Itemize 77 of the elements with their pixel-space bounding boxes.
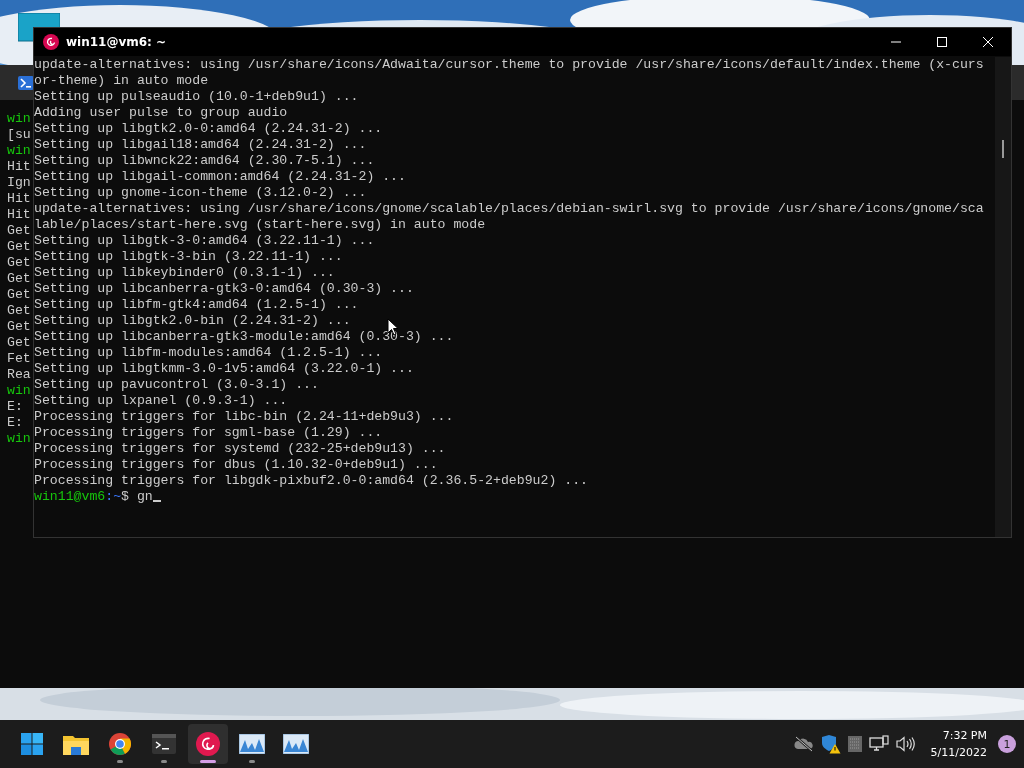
terminal-line: Setting up libcanberra-gtk3-0:amd64 (0.30-3) ... bbox=[34, 281, 414, 297]
browser-icon bbox=[109, 733, 131, 755]
running-indicator bbox=[200, 760, 216, 763]
windows-icon bbox=[21, 733, 43, 755]
clock[interactable]: 7:32 PM 5/11/2022 bbox=[922, 727, 991, 761]
terminal-line: update-alternatives: using /usr/share/icons/Adwaita/cursor.theme to provide /usr/share/icons/default/index.theme (x-curs bbox=[34, 57, 984, 73]
terminal-line: Adding user pulse to group audio bbox=[34, 105, 288, 121]
window-title: win11@vm6: ~ bbox=[66, 35, 167, 49]
terminal-line: Get bbox=[7, 319, 31, 335]
terminal-line: Setting up libgtk-3-0:amd64 (3.22.11-1) ... bbox=[34, 233, 375, 249]
terminal-line: or-theme) in auto mode bbox=[34, 73, 209, 89]
terminal-line: Hit bbox=[7, 191, 31, 207]
terminal-line: Get bbox=[7, 287, 31, 303]
chart-icon bbox=[283, 734, 309, 754]
terminal-line: Setting up libgtkmm-3.0-1v5:amd64 (3.22.0-1) ... bbox=[34, 361, 414, 377]
maximize-icon bbox=[937, 37, 947, 47]
cloud-off-icon[interactable] bbox=[793, 736, 814, 752]
terminal-line: Setting up lxpanel (0.9.3-1) ... bbox=[34, 393, 288, 409]
terminal-line: E: bbox=[7, 399, 23, 415]
running-indicator bbox=[117, 760, 123, 763]
shield-warning-icon[interactable] bbox=[820, 734, 841, 754]
terminal-line: Setting up libgtk2.0-0:amd64 (2.24.31-2) ... bbox=[34, 121, 383, 137]
time-text: 7:32 PM bbox=[942, 728, 987, 744]
terminal-line: Setting up libfm-modules:amd64 (1.2.5-1) ... bbox=[34, 345, 383, 361]
terminal-line: Setting up libwnck22:amd64 (2.30.7-5.1) ... bbox=[34, 153, 375, 169]
terminal-line: Setting up libgtk2.0-bin (2.24.31-2) ... bbox=[34, 313, 351, 329]
terminal-line: Setting up libgail-common:amd64 (2.24.31-2) ... bbox=[34, 169, 406, 185]
terminal-line: win bbox=[7, 143, 31, 159]
terminal-line: Processing triggers for libgdk-pixbuf2.0-0:amd64 (2.36.5-2+deb9u2) ... bbox=[34, 473, 588, 489]
scrollbar[interactable] bbox=[995, 57, 1011, 537]
terminal-line: Get bbox=[7, 255, 31, 271]
terminal-line: Setting up libgail18:amd64 (2.24.31-2) ... bbox=[34, 137, 367, 153]
taskbar-app[interactable] bbox=[188, 724, 228, 764]
terminal-line: Processing triggers for sgml-base (1.29) ... bbox=[34, 425, 383, 441]
terminal-line: Setting up pulseaudio (10.0-1+deb9u1) ... bbox=[34, 89, 359, 105]
terminal-line: Rea bbox=[7, 367, 31, 383]
network-icon[interactable] bbox=[868, 735, 889, 753]
date-text: 5/11/2022 bbox=[930, 745, 987, 761]
terminal-line: update-alternatives: using /usr/share/icons/gnome/scalable/places/debian-swirl.svg to provide /usr/share/icons/gnome/sca bbox=[34, 201, 984, 217]
terminal-line: Ign bbox=[7, 175, 31, 191]
terminal-line: Get bbox=[7, 239, 31, 255]
terminal-line: E: bbox=[7, 415, 23, 431]
terminal-line: Hit bbox=[7, 207, 31, 223]
terminal-line: Setting up libgtk-3-bin (3.22.11-1) ... bbox=[34, 249, 343, 265]
terminal-line: Get bbox=[7, 335, 31, 351]
terminal-line: Setting up libcanberra-gtk3-module:amd64 (0.30-3) ... bbox=[34, 329, 454, 345]
terminal-line: Get bbox=[7, 223, 31, 239]
terminal-line: Fet bbox=[7, 351, 31, 367]
terminal-line: win bbox=[7, 111, 31, 127]
terminal-line: Setting up libfm-gtk4:amd64 (1.2.5-1) ... bbox=[34, 297, 359, 313]
notification-badge[interactable]: 1 bbox=[998, 735, 1016, 753]
terminal-line: [su bbox=[7, 127, 31, 143]
chart-icon bbox=[239, 734, 265, 754]
terminal-line: Processing triggers for libc-bin (2.24-11+deb9u3) ... bbox=[34, 409, 454, 425]
running-indicator bbox=[249, 760, 255, 763]
folder-icon bbox=[63, 733, 89, 755]
keyboard-icon[interactable] bbox=[847, 736, 862, 752]
running-indicator bbox=[161, 760, 167, 763]
command-prompt[interactable]: win11@vm6:~$ gn bbox=[34, 489, 161, 505]
terminal-line: Setting up gnome-icon-theme (3.12.0-2) ... bbox=[34, 185, 367, 201]
terminal-line: Get bbox=[7, 271, 31, 287]
terminal-line: win bbox=[7, 431, 31, 447]
terminal-line: Setting up libkeybinder0 (0.3.1-1) ... bbox=[34, 265, 335, 281]
terminal-line: win bbox=[7, 383, 31, 399]
terminal-line: Get bbox=[7, 303, 31, 319]
terminal-line: Setting up pavucontrol (3.0-3.1) ... bbox=[34, 377, 319, 393]
terminal-icon bbox=[152, 734, 176, 754]
terminal-line: lable/places/start-here.svg (start-here.svg) in auto mode bbox=[34, 217, 486, 233]
terminal-line: Processing triggers for systemd (232-25+deb9u13) ... bbox=[34, 441, 446, 457]
swirl-icon bbox=[196, 732, 220, 756]
text-cursor bbox=[152, 500, 161, 502]
terminal-line: Hit bbox=[7, 159, 31, 175]
close-icon bbox=[983, 37, 993, 47]
volume-icon[interactable] bbox=[895, 736, 916, 752]
terminal-icon[interactable] bbox=[18, 75, 34, 90]
terminal-line: Processing triggers for dbus (1.10.32-0+deb9u1) ... bbox=[34, 457, 438, 473]
swirl-icon bbox=[43, 34, 59, 50]
